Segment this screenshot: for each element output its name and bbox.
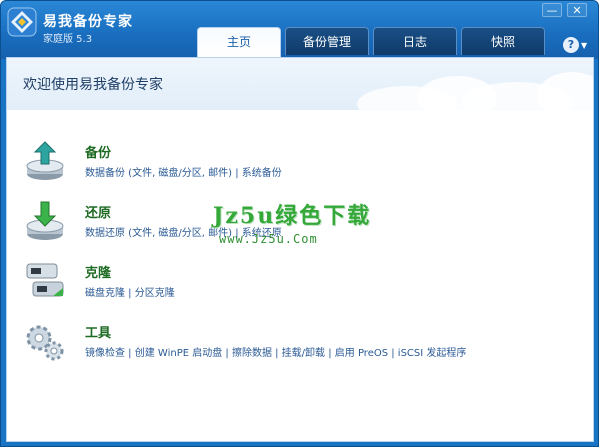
feature-links[interactable]: 数据备份 (文件, 磁盘/分区, 邮件) | 系统备份 (85, 164, 282, 179)
welcome-banner: 欢迎使用易我备份专家 (7, 58, 593, 110)
feature-links[interactable]: 磁盘克隆 | 分区克隆 (85, 284, 175, 299)
help-icon[interactable]: ? (563, 37, 579, 53)
tab-backup-management[interactable]: 备份管理 (285, 27, 369, 55)
title-bar[interactable]: 易我备份专家 家庭版 5.3 — ✕ 主页 备份管理 日志 快照 ? ▼ (1, 1, 598, 59)
feature-backup[interactable]: 备份 数据备份 (文件, 磁盘/分区, 邮件) | 系统备份 (7, 140, 593, 190)
app-title: 易我备份专家 (43, 14, 133, 30)
app-logo-icon (7, 7, 37, 37)
tab-snapshot[interactable]: 快照 (461, 27, 545, 55)
app-version: 家庭版 5.3 (43, 34, 93, 45)
minimize-button[interactable]: — (542, 3, 562, 17)
feature-title: 备份 (85, 146, 112, 161)
feature-title: 工具 (85, 326, 112, 341)
feature-title: 还原 (85, 206, 112, 221)
feature-tools[interactable]: 工具 镜像检查 | 创建 WinPE 启动盘 | 擦除数据 | 挂载/卸载 | … (7, 320, 593, 370)
help-dropdown-icon[interactable]: ▼ (581, 41, 587, 50)
close-button[interactable]: ✕ (567, 3, 587, 17)
watermark: Jz5u绿色下载 www.Jz5u.Com (213, 198, 371, 246)
feature-links[interactable]: 镜像检查 | 创建 WinPE 启动盘 | 擦除数据 | 挂载/卸载 | 启用 … (85, 344, 466, 359)
tab-log[interactable]: 日志 (373, 27, 457, 55)
backup-disk-icon (26, 141, 64, 180)
main-panel: 欢迎使用易我备份专家 备份 数据备份 (文件, 磁盘/分区, 邮件) | 系统备… (6, 57, 594, 442)
welcome-text: 欢迎使用易我备份专家 (23, 77, 163, 93)
tab-home[interactable]: 主页 (197, 27, 281, 57)
watermark-text: Jz5u绿色下载 (213, 203, 372, 229)
tools-gears-icon (26, 325, 64, 361)
feature-clone[interactable]: 克隆 磁盘克隆 | 分区克隆 (7, 260, 593, 310)
watermark-url: www.Jz5u.Com (219, 232, 318, 246)
clouds-decoration (357, 72, 593, 110)
restore-disk-icon (26, 201, 64, 240)
app-window: 易我备份专家 家庭版 5.3 — ✕ 主页 备份管理 日志 快照 ? ▼ 欢迎使… (0, 0, 599, 447)
feature-title: 克隆 (85, 266, 112, 281)
clone-disk-icon (26, 263, 64, 297)
